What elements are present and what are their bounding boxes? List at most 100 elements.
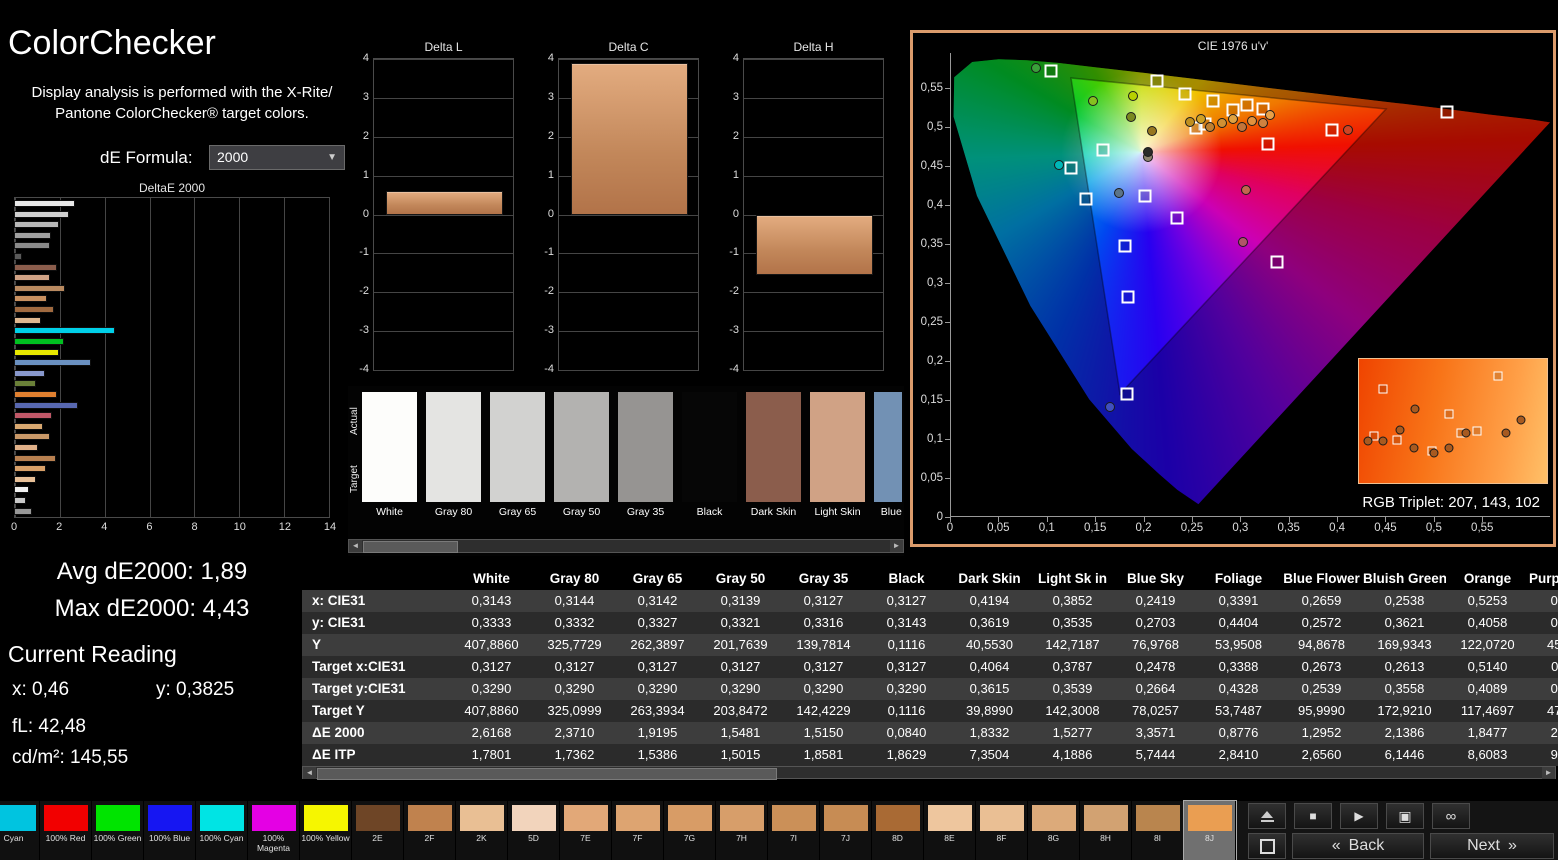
patch-button-7j[interactable]: 7J: [820, 801, 872, 860]
patch-button-2e[interactable]: 2E: [352, 801, 404, 860]
patch-button-100-cyan[interactable]: 100% Cyan: [196, 801, 248, 860]
patch-button-cyan[interactable]: Cyan: [0, 801, 40, 860]
table-cell: 0,2539: [1301, 681, 1342, 696]
grid-line: [374, 97, 513, 99]
patch-button-100-blue[interactable]: 100% Blue: [144, 801, 196, 860]
patch-button-100-red[interactable]: 100% Red: [40, 801, 92, 860]
table-row: Target y:CIE31 0,3290 0,3290 0,3290 0,3290 0,…: [302, 678, 1558, 700]
patch-button-7e[interactable]: 7E: [560, 801, 612, 860]
patch-button-7h[interactable]: 7H: [716, 801, 768, 860]
patch-color: [0, 805, 36, 831]
target-marker: [1325, 123, 1339, 137]
back-label: Back: [1348, 837, 1385, 854]
axis-tick-label: -3: [729, 324, 739, 337]
table-cell: 0,3327: [637, 615, 678, 630]
description-line-2: Pantone ColorChecker® target colors.: [55, 105, 309, 122]
scroll-left-icon[interactable]: ◄: [303, 767, 316, 779]
table-cell: 0,2538: [1384, 593, 1425, 608]
table-row: x: CIE31 0,3143 0,3144 0,3142 0,3139 0,3127 0,…: [302, 590, 1558, 612]
play-button[interactable]: ▶: [1340, 803, 1378, 829]
axis-tick-label: 0,4: [1329, 522, 1346, 534]
axis-tick-label: -4: [544, 363, 554, 375]
scrollbar-thumb[interactable]: [317, 768, 777, 780]
patch-button-8e[interactable]: 8E: [924, 801, 976, 860]
patch-button-8g[interactable]: 8G: [1028, 801, 1080, 860]
pattern-window-button[interactable]: [1248, 833, 1286, 859]
color-swatch-light-skin: Light Skin: [810, 392, 865, 524]
next-button[interactable]: Next »: [1430, 833, 1554, 859]
deltae-bar: [15, 487, 29, 493]
swatch-label: Gray 50: [562, 506, 601, 518]
swatch-label: Light Skin: [814, 506, 861, 518]
deltae-bar: [15, 370, 45, 376]
axis-tick-label: 2: [732, 129, 739, 142]
table-cell: 40,5530: [966, 637, 1013, 652]
table-cell: 0,4058: [1467, 615, 1508, 630]
patch-button-7i[interactable]: 7I: [768, 801, 820, 860]
table-cell: 169,9343: [1377, 637, 1432, 652]
axis-tick-label: 2: [547, 129, 554, 142]
measurement-marker: [1205, 122, 1216, 133]
patch-button-100-magenta[interactable]: 100% Magenta: [248, 801, 300, 860]
swatch-target: [490, 447, 545, 502]
table-cell: 0,3127: [471, 659, 512, 674]
patch-button-5d[interactable]: 5D: [508, 801, 560, 860]
patch-button-8f[interactable]: 8F: [976, 801, 1028, 860]
patch-button-100-yellow[interactable]: 100% Yellow: [300, 801, 352, 860]
patch-button-2f[interactable]: 2F: [404, 801, 456, 860]
de-formula-dropdown[interactable]: 2000 ▼: [209, 145, 345, 170]
scroll-right-icon[interactable]: ►: [890, 540, 903, 552]
table-cell: 2,6560: [1301, 747, 1342, 762]
target-marker: [1064, 161, 1078, 175]
frame-button[interactable]: ▣: [1386, 803, 1424, 829]
table-cell: 0,3127: [803, 659, 844, 674]
deltae-bar: [15, 402, 78, 408]
eject-button[interactable]: [1248, 803, 1286, 829]
inset-measurement-marker: [1395, 425, 1405, 435]
table-cell: 0,2613: [1384, 659, 1425, 674]
patch-button-7f[interactable]: 7F: [612, 801, 664, 860]
patch-button-7g[interactable]: 7G: [664, 801, 716, 860]
table-cell: 0,3332: [554, 615, 595, 630]
deltae-bar: [15, 264, 57, 270]
scroll-left-icon[interactable]: ◄: [349, 540, 362, 552]
patch-button-8j[interactable]: 8J: [1183, 800, 1237, 860]
table-cell: 5,7444: [1135, 747, 1176, 762]
table-cell: 0,3127: [720, 659, 761, 674]
swatch-target: [682, 447, 737, 502]
table-cell: 9,9525: [1550, 747, 1558, 762]
stop-button[interactable]: ■: [1294, 803, 1332, 829]
swatch-scrollbar[interactable]: ◄ ►: [348, 539, 904, 553]
patch-button-100-green[interactable]: 100% Green: [92, 801, 144, 860]
chevrons-left-icon: «: [1331, 837, 1341, 854]
deltae-bar: [15, 349, 58, 355]
patch-button-8i[interactable]: 8I: [1132, 801, 1184, 860]
patch-label: 2F: [424, 833, 435, 843]
row-label: x: CIE31: [312, 593, 366, 608]
table-cell: 1,8581: [803, 747, 844, 762]
scroll-right-icon[interactable]: ►: [1542, 767, 1555, 779]
table-cell: 0,3127: [554, 659, 595, 674]
patch-label: 5D: [528, 833, 539, 843]
deltae-bar: [15, 307, 54, 313]
infinity-icon: ∞: [1445, 807, 1457, 825]
colorchecker-screen: ColorChecker Display analysis is perform…: [0, 0, 1558, 860]
reading-fl: fL: 42,48: [12, 716, 86, 737]
scrollbar-thumb[interactable]: [363, 541, 458, 553]
patch-button-2k[interactable]: 2K: [456, 801, 508, 860]
loop-button[interactable]: ∞: [1432, 803, 1470, 829]
swatch-actual: [426, 392, 481, 447]
back-button[interactable]: « Back: [1292, 833, 1424, 859]
row-label: Target x:CIE31: [312, 659, 406, 674]
deltae-bar: [15, 455, 56, 461]
deltae-chart-title: DeltaE 2000: [138, 181, 206, 195]
patch-button-8d[interactable]: 8D: [872, 801, 924, 860]
measurement-marker: [1227, 114, 1238, 125]
patch-button-8h[interactable]: 8H: [1080, 801, 1132, 860]
tick-mark: [998, 517, 1000, 522]
deltae-bar: [15, 232, 50, 238]
column-header: Bluish Green: [1363, 571, 1446, 586]
table-cell: 2,7741: [1550, 725, 1558, 740]
table-scrollbar[interactable]: ◄ ►: [302, 766, 1556, 780]
column-header: Foliage: [1214, 571, 1263, 586]
